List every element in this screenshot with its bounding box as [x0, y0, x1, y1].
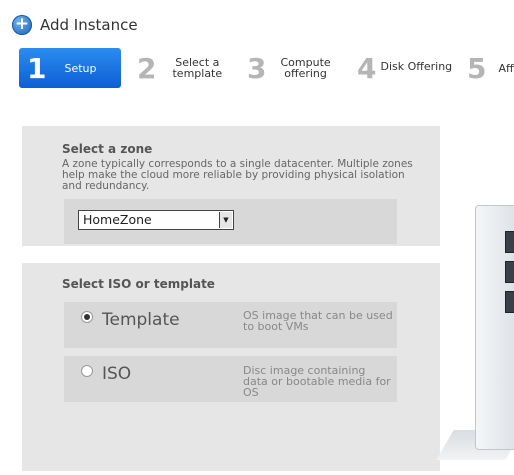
wizard-steps: 1 Setup 2 Select a template 3 Compute of… [0, 48, 514, 88]
step-number: 2 [137, 51, 157, 85]
step-label-line: offering [284, 67, 327, 80]
dialog-header: + Add Instance [12, 14, 138, 36]
dialog-title: Add Instance [40, 16, 138, 34]
drive-bay [505, 231, 514, 253]
step-disk-offering[interactable]: 4 Disk Offering [357, 48, 452, 88]
drive-bay [505, 261, 514, 283]
option-template[interactable]: Template OS image that can be used to bo… [64, 302, 397, 348]
step-label: Disk Offering [380, 59, 453, 73]
server-illustration [475, 205, 514, 450]
step-label: Affi [498, 61, 514, 75]
option-label: Template [102, 310, 180, 330]
step-select-template[interactable]: 2 Select a template [137, 48, 222, 88]
plus-circle-icon: + [12, 15, 32, 35]
zone-description: A zone typically corresponds to a single… [62, 158, 413, 192]
zone-panel: Select a zone A zone typically correspon… [22, 126, 440, 246]
zone-select[interactable]: HomeZone ▼ [78, 210, 234, 230]
step-label: Compute offering [280, 57, 330, 79]
chevron-down-icon[interactable]: ▼ [219, 212, 232, 228]
step-compute-offering[interactable]: 3 Compute offering [247, 48, 331, 88]
iso-template-title: Select ISO or template [62, 277, 215, 291]
step-number: 1 [27, 51, 47, 85]
iso-radio[interactable] [81, 365, 93, 377]
zone-select-value: HomeZone [83, 212, 152, 227]
template-radio[interactable] [81, 311, 93, 323]
option-description: Disc image containing data or bootable m… [243, 364, 391, 399]
iso-template-panel: Select ISO or template Template OS image… [22, 263, 440, 471]
option-description: OS image that can be used to boot VMs [243, 309, 393, 333]
step-label: Setup [64, 61, 97, 75]
zone-title: Select a zone [62, 142, 153, 156]
drive-bay [505, 291, 514, 313]
step-number: 3 [247, 51, 267, 85]
option-iso[interactable]: ISO Disc image containing data or bootab… [64, 356, 397, 402]
step-affinity[interactable]: 5 Affi [467, 48, 514, 88]
zone-select-container: HomeZone ▼ [64, 199, 397, 244]
step-label: Select a template [172, 57, 222, 79]
step-label-line: template [172, 67, 223, 80]
step-number: 5 [467, 51, 487, 85]
option-label: ISO [102, 364, 132, 384]
step-setup[interactable]: 1 Setup [19, 48, 121, 88]
step-number: 4 [357, 51, 377, 85]
